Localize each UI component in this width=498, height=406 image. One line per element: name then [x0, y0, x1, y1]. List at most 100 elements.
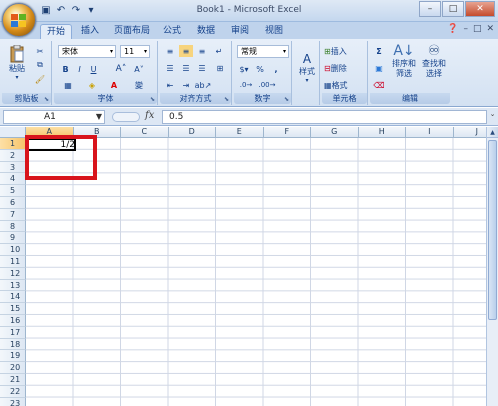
row-header-12[interactable]: 12 — [0, 267, 26, 280]
column-header-i[interactable]: I — [406, 127, 454, 138]
column-header-d[interactable]: D — [168, 127, 216, 138]
scroll-up-icon[interactable]: ▲ — [487, 127, 498, 138]
align-top-icon[interactable]: ≡ — [163, 45, 177, 57]
office-button[interactable] — [2, 3, 36, 37]
paste-dropdown-icon[interactable]: ▾ — [15, 74, 18, 81]
row-header-11[interactable]: 11 — [0, 256, 26, 268]
close-icon[interactable]: ✕ — [465, 1, 495, 17]
autosum-button[interactable]: Σ — [372, 45, 386, 57]
cut-icon[interactable]: ✂ — [34, 45, 46, 57]
bold-button[interactable]: B — [60, 63, 71, 75]
align-left-icon[interactable]: ☰ — [163, 62, 177, 74]
align-right-icon[interactable]: ☰ — [195, 62, 209, 74]
clear-icon[interactable]: ⌫ — [372, 79, 386, 91]
ribbon-restore-icon[interactable]: □ — [473, 24, 482, 34]
formula-bar-splitter[interactable] — [112, 112, 140, 122]
phonetic-icon[interactable]: 變 — [130, 79, 148, 91]
row-header-6[interactable]: 6 — [0, 197, 26, 209]
dialog-launcher-icon[interactable]: ⬊ — [44, 96, 49, 103]
row-header-2[interactable]: 2 — [0, 149, 26, 162]
row-header-20[interactable]: 20 — [0, 362, 26, 374]
chevron-down-icon[interactable]: ▼ — [96, 111, 102, 123]
dialog-launcher-icon[interactable]: ⬊ — [150, 96, 155, 103]
format-painter-icon[interactable]: 🖌 — [34, 73, 46, 85]
dialog-launcher-icon[interactable]: ⬊ — [284, 96, 289, 103]
row-header-10[interactable]: 10 — [0, 244, 26, 256]
row-header-7[interactable]: 7 — [0, 208, 26, 221]
grow-font-icon[interactable]: A˄ — [114, 63, 128, 75]
fill-color-icon[interactable]: ◈ — [84, 79, 100, 91]
font-name-select[interactable]: 宋体 ▾ — [58, 45, 116, 58]
currency-icon[interactable]: $▾ — [237, 63, 251, 75]
row-header-9[interactable]: 9 — [0, 232, 26, 245]
tab-view[interactable]: 视图 — [262, 24, 286, 39]
row-header-5[interactable]: 5 — [0, 185, 26, 197]
insert-cells-button[interactable]: ⊞ 插入 — [324, 45, 366, 57]
column-header-h[interactable]: H — [358, 127, 406, 138]
column-header-j[interactable]: J — [453, 127, 486, 138]
tab-formulas[interactable]: 公式 — [160, 24, 184, 39]
shrink-font-icon[interactable]: A˅ — [132, 63, 146, 75]
row-header-13[interactable]: 13 — [0, 279, 26, 292]
name-box[interactable]: A1 ▼ — [3, 110, 105, 124]
find-select-button[interactable]: ♾ 查找和 选择 — [420, 43, 448, 91]
ribbon-close-icon[interactable]: ✕ — [486, 24, 494, 34]
column-header-e[interactable]: E — [216, 127, 264, 138]
row-header-17[interactable]: 17 — [0, 326, 26, 339]
underline-button[interactable]: U — [88, 63, 99, 75]
row-header-19[interactable]: 19 — [0, 350, 26, 363]
row-header-16[interactable]: 16 — [0, 315, 26, 327]
merge-center-icon[interactable]: ⊞ — [212, 62, 228, 74]
column-header-c[interactable]: C — [121, 127, 169, 138]
ribbon-minimize-icon[interactable]: – — [463, 24, 468, 34]
row-header-1[interactable]: 1 — [0, 138, 26, 150]
row-header-18[interactable]: 18 — [0, 338, 26, 351]
italic-button[interactable]: I — [74, 63, 85, 75]
percent-button[interactable]: % — [254, 63, 266, 75]
insert-function-icon[interactable]: fx — [145, 110, 154, 121]
increase-decimal-icon[interactable]: .0→ — [237, 79, 255, 91]
row-header-22[interactable]: 22 — [0, 385, 26, 398]
scroll-thumb[interactable] — [488, 140, 497, 320]
fill-icon[interactable]: ▣ — [372, 62, 386, 74]
font-color-icon[interactable]: A — [106, 79, 122, 91]
decrease-decimal-icon[interactable]: .00→ — [258, 79, 276, 91]
sort-filter-button[interactable]: A↓ 排序和 筛选 — [390, 43, 418, 91]
row-header-14[interactable]: 14 — [0, 291, 26, 304]
increase-indent-icon[interactable]: ⇥ — [179, 79, 193, 91]
tab-data[interactable]: 数据 — [194, 24, 218, 39]
row-header-3[interactable]: 3 — [0, 161, 26, 174]
tab-insert[interactable]: 插入 — [78, 24, 102, 39]
row-header-23[interactable]: 23 — [0, 397, 26, 406]
minimize-icon[interactable]: – — [419, 1, 441, 17]
formula-input[interactable]: 0.5 — [162, 110, 487, 124]
maximize-icon[interactable]: □ — [442, 1, 464, 17]
delete-cells-button[interactable]: ⊟ 删除 — [324, 62, 366, 74]
wrap-text-icon[interactable]: ↵ — [212, 45, 226, 57]
row-header-15[interactable]: 15 — [0, 303, 26, 315]
align-middle-icon[interactable]: ≡ — [179, 45, 193, 57]
paste-button[interactable]: 粘贴 ▾ — [6, 43, 28, 83]
number-format-select[interactable]: 常规 ▾ — [237, 45, 289, 58]
help-icon[interactable]: ❓ — [447, 24, 458, 34]
copy-icon[interactable]: ⧉ — [34, 59, 46, 71]
tab-home[interactable]: 开始 — [40, 24, 72, 39]
styles-button[interactable]: A 样式 ▾ — [296, 45, 318, 91]
expand-formula-bar-icon[interactable]: ⌄ — [488, 110, 497, 124]
row-header-8[interactable]: 8 — [0, 220, 26, 233]
tab-page-layout[interactable]: 页面布局 — [110, 24, 154, 39]
row-header-21[interactable]: 21 — [0, 374, 26, 386]
dialog-launcher-icon[interactable]: ⬊ — [224, 96, 229, 103]
orientation-icon[interactable]: ab↗ — [195, 79, 212, 91]
column-header-g[interactable]: G — [311, 127, 359, 138]
vertical-scrollbar[interactable]: ▲ — [486, 127, 498, 406]
row-header-4[interactable]: 4 — [0, 173, 26, 186]
borders-icon[interactable]: ▦ — [60, 79, 76, 91]
align-bottom-icon[interactable]: ≡ — [195, 45, 209, 57]
font-size-select[interactable]: 11 ▾ — [120, 45, 150, 58]
decrease-indent-icon[interactable]: ⇤ — [163, 79, 177, 91]
column-header-f[interactable]: F — [263, 127, 311, 138]
align-center-icon[interactable]: ☰ — [179, 62, 193, 74]
comma-button[interactable]: , — [270, 63, 282, 75]
tab-review[interactable]: 审阅 — [228, 24, 252, 39]
